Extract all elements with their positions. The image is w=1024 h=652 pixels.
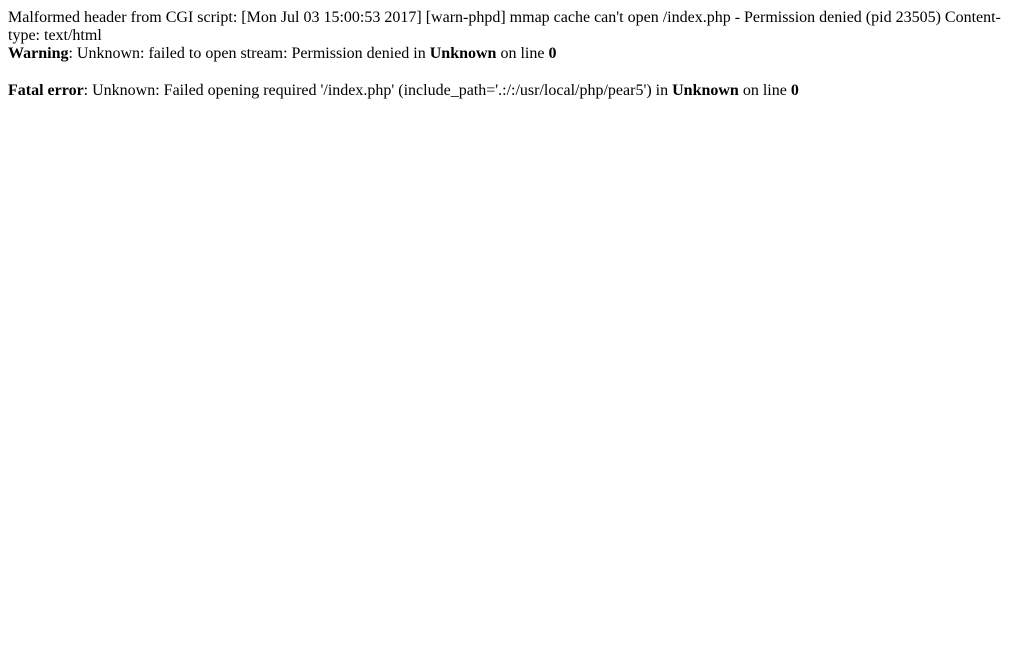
fatal-error-line-text: on line [738, 82, 791, 99]
warning-message: : Unknown: failed to open stream: Permis… [68, 45, 430, 62]
warning-label: Warning [8, 45, 69, 62]
php-fatal-error: Fatal error: Unknown: Failed opening req… [8, 82, 1008, 100]
warning-line-number: 0 [548, 45, 557, 62]
warning-line-text: on line [496, 45, 549, 62]
error-page: Malformed header from CGI script: [Mon J… [8, 9, 1008, 100]
fatal-error-message: : Unknown: Failed opening required '/ind… [83, 82, 673, 99]
cgi-header-message: Malformed header from CGI script: [Mon J… [8, 9, 1001, 44]
fatal-error-line-number: 0 [790, 82, 799, 99]
php-warning: Warning: Unknown: failed to open stream:… [8, 45, 1008, 63]
fatal-error-label: Fatal error [8, 82, 84, 99]
warning-file: Unknown [429, 45, 497, 62]
fatal-error-file: Unknown [672, 82, 739, 99]
